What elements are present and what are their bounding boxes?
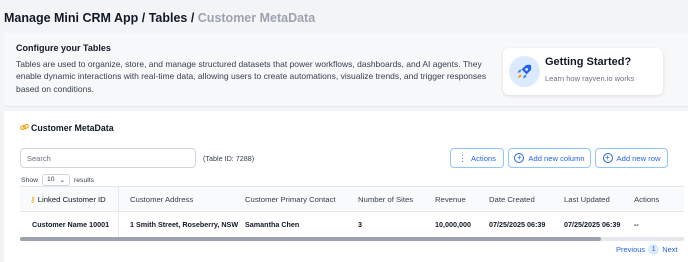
breadcrumb-sep: / [187, 11, 198, 25]
scrollbar-thumb[interactable] [20, 237, 601, 241]
table-section: Customer MetaData (Table ID: 7288) ⋮ Act… [4, 111, 688, 262]
add-column-label: Add new column [528, 153, 585, 163]
breadcrumb-sep: / [138, 11, 149, 25]
page-size-control: Show 10 ⌄ results [21, 174, 94, 186]
current-page[interactable]: 1 [648, 244, 660, 255]
column-header[interactable]: Number of Sites [358, 187, 413, 213]
table-row[interactable]: Customer Name 10001 1 Smith Street, Rose… [20, 212, 684, 238]
key-icon: ⚷ [30, 195, 36, 204]
page-size-select[interactable]: 10 ⌄ [42, 174, 71, 186]
previous-page-link[interactable]: Previous [616, 245, 645, 254]
actions-button[interactable]: ⋮ Actions [450, 148, 504, 168]
config-description: Tables are used to organize, store, and … [16, 59, 487, 94]
table-cell[interactable]: Customer Name 10001 [32, 212, 109, 238]
chevron-down-icon: ⌄ [59, 177, 66, 184]
add-row-label: Add new row [616, 153, 661, 163]
next-page-link[interactable]: Next [662, 245, 677, 254]
add-row-button[interactable]: + Add new row [595, 148, 668, 168]
more-vertical-icon: ⋮ [458, 152, 468, 163]
data-table: ⚷ Linked Customer ID Customer Address Cu… [20, 186, 684, 240]
getting-started-link[interactable]: Learn how rayven.io works [545, 74, 634, 83]
table-cell[interactable]: 07/25/2025 06:39 [489, 212, 545, 238]
row-actions-menu[interactable]: -- [634, 212, 639, 238]
page-size-value: 10 [47, 176, 55, 183]
table-header-row: ⚷ Linked Customer ID Customer Address Cu… [20, 186, 684, 212]
breadcrumb-current: Customer MetaData [197, 11, 316, 25]
section-title: Customer MetaData [20, 123, 114, 133]
table-cell[interactable]: 07/25/2025 06:39 [564, 212, 620, 238]
plus-circle-icon: + [602, 153, 613, 163]
column-header[interactable]: Customer Primary Contact [245, 187, 336, 213]
config-title: Configure your Tables [16, 43, 111, 53]
results-label: results [74, 176, 95, 184]
getting-started-title: Getting Started? [545, 56, 632, 68]
breadcrumb-tables[interactable]: Tables [149, 11, 188, 25]
link-icon [20, 123, 29, 133]
breadcrumb-app[interactable]: Manage Mini CRM App [4, 11, 138, 25]
getting-started-card[interactable]: Getting Started? Learn how rayven.io wor… [503, 48, 663, 95]
rocket-icon [509, 56, 540, 87]
plus-circle-icon: + [514, 153, 525, 163]
horizontal-scrollbar[interactable] [20, 237, 684, 241]
table-id: (Table ID: 7288) [203, 154, 255, 163]
column-header[interactable]: ⚷ Linked Customer ID [30, 187, 106, 213]
breadcrumb: Manage Mini CRM App / Tables / Customer … [4, 11, 315, 25]
show-label: Show [21, 176, 39, 184]
table-cell[interactable]: 3 [358, 212, 362, 238]
add-column-button[interactable]: + Add new column [508, 148, 591, 168]
table-cell[interactable]: 1 Smith Street, Roseberry, NSW [130, 212, 238, 238]
column-header[interactable]: Last Updated [564, 187, 610, 213]
search-input[interactable] [20, 148, 196, 168]
column-header[interactable]: Revenue [435, 187, 466, 213]
config-panel: Configure your Tables Tables are used to… [4, 33, 688, 107]
column-divider [118, 186, 119, 238]
column-header-label: Linked Customer ID [37, 195, 106, 204]
table-cell[interactable]: Samantha Chen [245, 212, 299, 238]
pagination: Previous 1 Next [616, 244, 678, 255]
column-header[interactable]: Date Created [489, 187, 535, 213]
column-header: Actions [634, 195, 660, 204]
actions-button-label: Actions [471, 153, 496, 163]
section-title-text: Customer MetaData [31, 123, 114, 133]
column-header[interactable]: Customer Address [130, 187, 193, 213]
table-cell[interactable]: 10,000,000 [435, 212, 471, 238]
